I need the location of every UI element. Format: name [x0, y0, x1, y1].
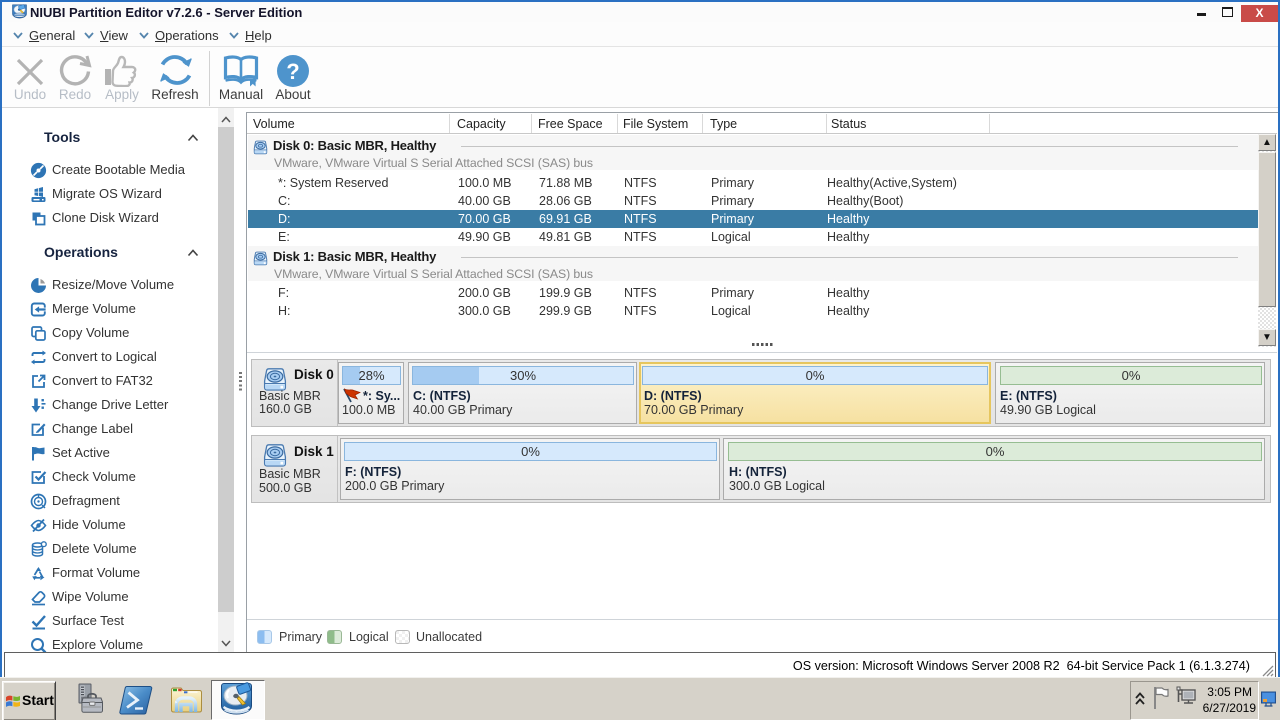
svg-text:?: ? [286, 59, 299, 84]
